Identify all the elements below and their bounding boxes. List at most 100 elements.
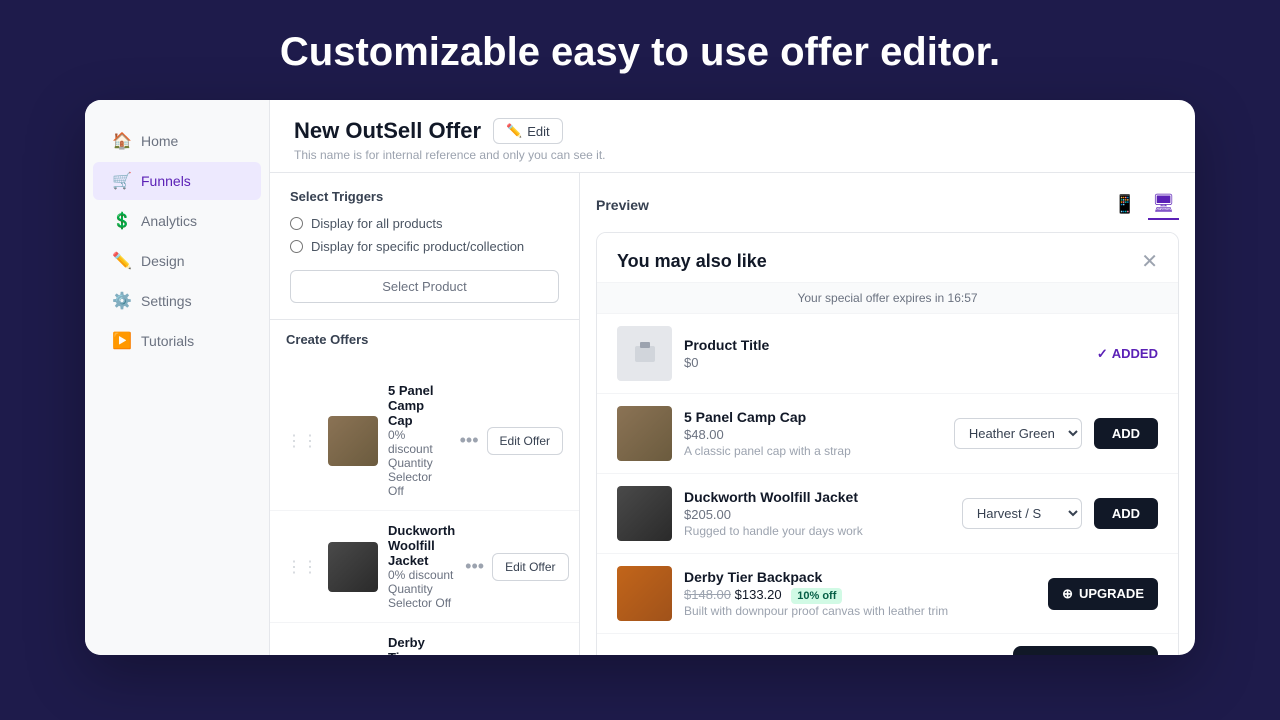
preview-backpack-desc: Built with downpour proof canvas with le… (684, 604, 1036, 618)
cap-variant-select[interactable]: Heather Green (954, 418, 1082, 449)
sidebar-item-label: Tutorials (141, 333, 194, 349)
modal-title: You may also like (617, 251, 767, 272)
content-area: Select Triggers Display for all products… (270, 173, 1195, 655)
offer-item-img-cap (328, 416, 378, 466)
cap-add-button[interactable]: ADD (1094, 418, 1158, 449)
offer-item-discount-cap: 0% discount (388, 428, 450, 456)
pen-icon: ✏️ (113, 252, 131, 270)
preview-label: Preview (596, 197, 649, 213)
preview-cap-desc: A classic panel cap with a strap (684, 444, 942, 458)
offer-item-name-cap: 5 Panel Camp Cap (388, 383, 450, 428)
more-button-cap[interactable]: ••• (460, 430, 479, 451)
preview-jacket-info: Duckworth Woolfill Jacket $205.00 Rugged… (684, 489, 950, 538)
right-panel: Preview 📱 🖥 You may also like ✕ Your spe… (580, 173, 1195, 655)
offer-subtitle: This name is for internal reference and … (294, 148, 1171, 162)
continue-row: CONTINUE ⊙ (597, 634, 1178, 655)
preview-main-product-img (617, 326, 672, 381)
offer-title: New OutSell Offer (294, 118, 481, 144)
main-content: New OutSell Offer ✏️ Edit This name is f… (270, 100, 1195, 655)
check-icon: ✓ (1097, 346, 1108, 362)
sidebar: 🏠 Home 🛒 Funnels 💲 Analytics ✏️ Design ⚙… (85, 100, 270, 655)
dollar-icon: 💲 (113, 212, 131, 230)
sidebar-item-analytics[interactable]: 💲 Analytics (93, 202, 261, 240)
left-panel: Select Triggers Display for all products… (270, 173, 580, 655)
preview-jacket-img (617, 486, 672, 541)
play-icon: ▶️ (113, 332, 131, 350)
offer-header: New OutSell Offer ✏️ Edit This name is f… (270, 100, 1195, 173)
backpack-upgrade-button[interactable]: ⊕ UPGRADE (1048, 578, 1158, 610)
radio-all-input[interactable] (290, 217, 303, 230)
edit-offer-button-jacket[interactable]: Edit Offer (492, 553, 568, 581)
backpack-discount-badge: 10% off (791, 588, 842, 604)
sidebar-item-tutorials[interactable]: ▶️ Tutorials (93, 322, 261, 360)
preview-cap-price: $48.00 (684, 427, 942, 442)
preview-cap-name: 5 Panel Camp Cap (684, 409, 942, 425)
offer-actions-jacket: ••• Edit Offer (465, 553, 568, 581)
edit-button[interactable]: ✏️ Edit (493, 118, 563, 144)
preview-product-cap: 5 Panel Camp Cap $48.00 A classic panel … (597, 394, 1178, 474)
triggers-section: Select Triggers Display for all products… (270, 173, 579, 320)
preview-backpack-name: Derby Tier Backpack (684, 569, 1036, 585)
continue-button[interactable]: CONTINUE ⊙ (1013, 646, 1158, 655)
drag-handle-icon[interactable]: ⋮⋮ (286, 431, 318, 451)
modal-close-button[interactable]: ✕ (1141, 249, 1158, 274)
preview-product-jacket: Duckworth Woolfill Jacket $205.00 Rugged… (597, 474, 1178, 554)
preview-jacket-desc: Rugged to handle your days work (684, 524, 950, 538)
select-product-button[interactable]: Select Product (290, 270, 559, 303)
timer-bar: Your special offer expires in 16:57 (597, 283, 1178, 314)
sidebar-item-label: Analytics (141, 213, 197, 229)
modal-top-bar: You may also like ✕ (597, 233, 1178, 283)
pencil-icon: ✏️ (506, 123, 522, 139)
home-icon: 🏠 (113, 132, 131, 150)
preview-backpack-price: $148.00 $133.20 10% off (684, 587, 1036, 602)
create-offers-title: Create Offers (286, 332, 368, 347)
offer-item-backpack: ⋮⋮ Derby Tier Backpack 10% discount Quan… (270, 623, 579, 655)
more-button-jacket[interactable]: ••• (465, 556, 484, 577)
preview-header: Preview 📱 🖥 (596, 189, 1179, 220)
radio-all-label: Display for all products (311, 216, 443, 231)
jacket-add-button[interactable]: ADD (1094, 498, 1158, 529)
preview-icons: 📱 🖥 (1110, 189, 1179, 220)
mobile-view-button[interactable]: 📱 (1110, 189, 1140, 220)
radio-specific-product[interactable]: Display for specific product/collection (290, 239, 559, 254)
modal-preview: You may also like ✕ Your special offer e… (596, 232, 1179, 655)
gear-icon: ⚙️ (113, 292, 131, 310)
sidebar-item-funnels[interactable]: 🛒 Funnels (93, 162, 261, 200)
backpack-sale-price: $133.20 (735, 587, 782, 602)
radio-all-products[interactable]: Display for all products (290, 216, 559, 231)
triggers-title: Select Triggers (290, 189, 559, 204)
drag-handle-icon[interactable]: ⋮⋮ (286, 557, 318, 577)
offer-item-img-jacket (328, 542, 378, 592)
offer-item-qty-cap: Quantity Selector Off (388, 456, 450, 498)
sidebar-item-label: Design (141, 253, 185, 269)
preview-jacket-name: Duckworth Woolfill Jacket (684, 489, 950, 505)
desktop-view-button[interactable]: 🖥 (1148, 189, 1179, 220)
jacket-variant-select[interactable]: Harvest / S (962, 498, 1082, 529)
radio-specific-label: Display for specific product/collection (311, 239, 524, 254)
offer-item-info-cap: 5 Panel Camp Cap 0% discount Quantity Se… (388, 383, 450, 498)
radio-specific-input[interactable] (290, 240, 303, 253)
sidebar-item-label: Funnels (141, 173, 191, 189)
preview-backpack-img (617, 566, 672, 621)
preview-jacket-price: $205.00 (684, 507, 950, 522)
sidebar-item-label: Settings (141, 293, 192, 309)
circle-plus-icon: ⊕ (1062, 586, 1073, 602)
sidebar-item-home[interactable]: 🏠 Home (93, 122, 261, 160)
offer-item-name-jacket: Duckworth Woolfill Jacket (388, 523, 455, 568)
backpack-original-price: $148.00 (684, 587, 731, 602)
preview-main-product-price: $0 (684, 355, 1085, 370)
offer-item-discount-jacket: 0% discount (388, 568, 455, 582)
preview-backpack-info: Derby Tier Backpack $148.00 $133.20 10% … (684, 569, 1036, 618)
preview-cap-img (617, 406, 672, 461)
sidebar-item-label: Home (141, 133, 178, 149)
offer-item-cap: ⋮⋮ 5 Panel Camp Cap 0% discount Quantity… (270, 371, 579, 511)
edit-offer-button-cap[interactable]: Edit Offer (487, 427, 563, 455)
offer-item-jacket: ⋮⋮ Duckworth Woolfill Jacket 0% discount… (270, 511, 579, 623)
sidebar-item-settings[interactable]: ⚙️ Settings (93, 282, 261, 320)
sidebar-item-design[interactable]: ✏️ Design (93, 242, 261, 280)
create-offers-section: Create Offers ⋮⋮ 5 Panel Camp Cap 0% dis… (270, 320, 579, 655)
cart-icon: 🛒 (113, 172, 131, 190)
page-headline: Customizable easy to use offer editor. (280, 0, 1000, 100)
preview-main-product-name: Product Title (684, 337, 1085, 353)
app-wrapper: 🏠 Home 🛒 Funnels 💲 Analytics ✏️ Design ⚙… (85, 100, 1195, 655)
